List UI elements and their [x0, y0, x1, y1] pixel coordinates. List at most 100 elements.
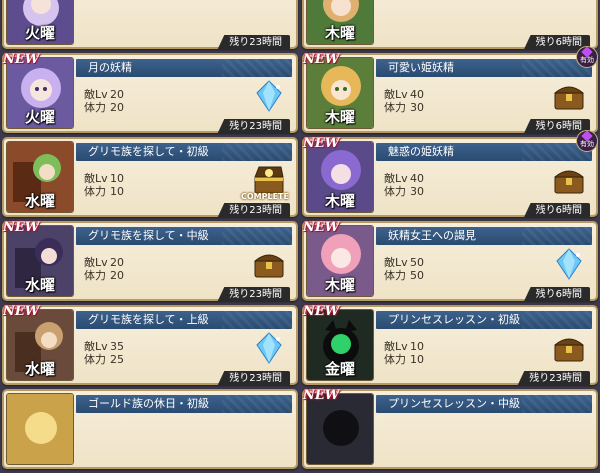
quest-portrait: 水曜: [6, 309, 74, 381]
time-remaining: 残り23時間: [217, 371, 290, 386]
weekday-label: 木曜: [324, 192, 355, 210]
treasure-chest-icon: [553, 86, 585, 110]
new-badge: NEW: [303, 220, 340, 235]
quest-portrait: 木曜: [306, 225, 374, 297]
quest-portrait: 金曜: [306, 309, 374, 381]
time-remaining: 残り23時間: [517, 371, 590, 386]
quest-title: グリモ族を探して・中級: [76, 227, 292, 245]
quest-card[interactable]: 火曜 体力20 残り23時間: [2, 0, 298, 50]
quest-title: グリモ族を探して・初級: [76, 143, 292, 161]
new-badge: NEW: [3, 52, 40, 67]
enemy-level-label: 敵Lv: [84, 256, 108, 269]
quest-card[interactable]: NEW プリンセスレッスン・中級: [302, 388, 598, 469]
quest-title: 魅惑の姫妖精: [376, 143, 592, 161]
hp-value: 10: [410, 353, 424, 366]
hp-label: 体力: [84, 353, 106, 366]
quest-card[interactable]: 水曜 グリモ族を探して・初級 敵Lv 10 体力 10 COMPLETE 残り23時…: [2, 137, 298, 218]
quest-portrait: 木曜: [306, 57, 374, 129]
hp-label: 体力: [384, 269, 406, 282]
enemy-level-label: 敵Lv: [384, 256, 408, 269]
enemy-level-label: 敵Lv: [84, 172, 108, 185]
new-badge: NEW: [303, 136, 340, 151]
hp-label: 体力: [84, 269, 106, 282]
weekday-label: 水曜: [24, 192, 55, 210]
new-badge: NEW: [303, 52, 340, 67]
quest-stats: 敵Lv 20 体力 20: [84, 88, 124, 114]
quest-portrait: 火曜: [6, 0, 74, 45]
quest-title: ゴールド族の休日・初級: [76, 395, 292, 413]
time-remaining: 残り23時間: [217, 35, 290, 50]
quest-portrait: 水曜: [6, 225, 74, 297]
quest-card[interactable]: NEW 木曜 妖精女王への謁見 敵Lv 50 体力 50 残り6時間: [302, 220, 598, 302]
complete-label: COMPLETE: [241, 192, 289, 201]
hp-value: 20: [110, 101, 124, 114]
weekday-label: 木曜: [324, 24, 355, 42]
hp-label: 体力: [384, 101, 406, 114]
quest-card[interactable]: NEW 水曜 グリモ族を探して・上級 敵Lv 35 体力 25 残り23時間: [2, 304, 298, 386]
quest-card[interactable]: NEW 有効 木曜 可愛い姫妖精 敵Lv 40 体力 30 残り6時間: [302, 46, 598, 134]
enemy-level-value: 10: [410, 340, 424, 353]
crystal-icon: [556, 248, 582, 280]
enemy-level-label: 敵Lv: [384, 340, 408, 353]
enemy-level-label: 敵Lv: [384, 172, 408, 185]
enemy-level-value: 10: [110, 172, 124, 185]
quest-title: グリモ族を探して・上級: [76, 311, 292, 329]
quest-card[interactable]: NEW 有効 木曜 魅惑の姫妖精 敵Lv 40 体力 30 残り6時間: [302, 130, 598, 218]
time-remaining: 残り23時間: [217, 119, 290, 134]
quest-stats: 敵Lv 10 体力 10: [84, 172, 124, 198]
enemy-level-label: 敵Lv: [384, 88, 408, 101]
enemy-level-value: 35: [110, 340, 124, 353]
hp-value: 30: [410, 185, 424, 198]
new-badge: NEW: [3, 304, 40, 319]
weekday-label: 火曜: [24, 24, 55, 42]
new-badge: NEW: [303, 304, 340, 319]
quest-card[interactable]: ゴールド族の休日・初級: [2, 389, 298, 469]
weekday-label: 水曜: [24, 360, 55, 378]
treasure-chest-icon: [553, 170, 585, 194]
hp-value: 25: [110, 353, 124, 366]
enemy-level-value: 20: [110, 88, 124, 101]
quest-card[interactable]: 木曜 体力30 残り6時間: [302, 0, 598, 50]
hp-value: 30: [410, 101, 424, 114]
quest-card[interactable]: NEW 水曜 グリモ族を探して・中級 敵Lv 20 体力 20 残り23時間: [2, 220, 298, 302]
hp-label: 体力: [384, 353, 406, 366]
quest-card[interactable]: NEW 金曜 プリンセスレッスン・初級 敵Lv 10 体力 10 残り23時間: [302, 304, 598, 386]
hp-label: 体力: [84, 185, 106, 198]
crystal-icon: [256, 332, 282, 364]
hp-value: 50: [410, 269, 424, 282]
valid-badge: 有効: [576, 46, 598, 68]
quest-stats: 敵Lv 50 体力 50: [384, 256, 424, 282]
quest-column-right: 木曜 体力30 残り6時間 NEW 有効 木曜 可愛い姫妖精 敵Lv40 体力3…: [302, 0, 598, 473]
enemy-level-value: 20: [110, 256, 124, 269]
quest-stats: 敵Lv 35 体力 25: [84, 340, 124, 366]
quest-title: 可愛い姫妖精: [376, 59, 592, 77]
time-remaining: 残り23時間: [217, 203, 290, 218]
time-remaining: 残り23時間: [217, 287, 290, 302]
quest-portrait: 木曜: [306, 0, 374, 45]
weekday-label: 金曜: [324, 360, 355, 378]
weekday-label: 火曜: [24, 108, 55, 126]
quest-title: 月の妖精: [76, 59, 292, 77]
time-remaining: 残り6時間: [523, 287, 590, 302]
quest-column-left: 火曜 体力20 残り23時間 NEW 火曜 月の妖精 敵Lv20 体力20 残り…: [2, 0, 298, 473]
quest-stats: 敵Lv 40 体力 30: [384, 172, 424, 198]
enemy-level-value: 50: [410, 256, 424, 269]
treasure-chest-icon: [253, 254, 285, 278]
crystal-icon: [256, 80, 282, 112]
new-badge: NEW: [303, 388, 340, 403]
weekday-label: 木曜: [324, 108, 355, 126]
hp-value: 20: [110, 269, 124, 282]
enemy-level-value: 40: [410, 172, 424, 185]
weekday-label: 水曜: [24, 276, 55, 294]
enemy-level-value: 40: [410, 88, 424, 101]
treasure-chest-icon: [553, 338, 585, 362]
new-badge: NEW: [3, 220, 40, 235]
hp-label: 体力: [84, 101, 106, 114]
quest-portrait: 水曜: [6, 141, 74, 213]
hp-value: 10: [110, 185, 124, 198]
quest-stats: 敵Lv 20 体力 20: [84, 256, 124, 282]
quest-title: プリンセスレッスン・中級: [376, 395, 592, 413]
quest-stats: 敵Lv 10 体力 10: [384, 340, 424, 366]
enemy-level-label: 敵Lv: [84, 88, 108, 101]
quest-card[interactable]: NEW 火曜 月の妖精 敵Lv 20 体力 20 残り23時間: [2, 52, 298, 134]
